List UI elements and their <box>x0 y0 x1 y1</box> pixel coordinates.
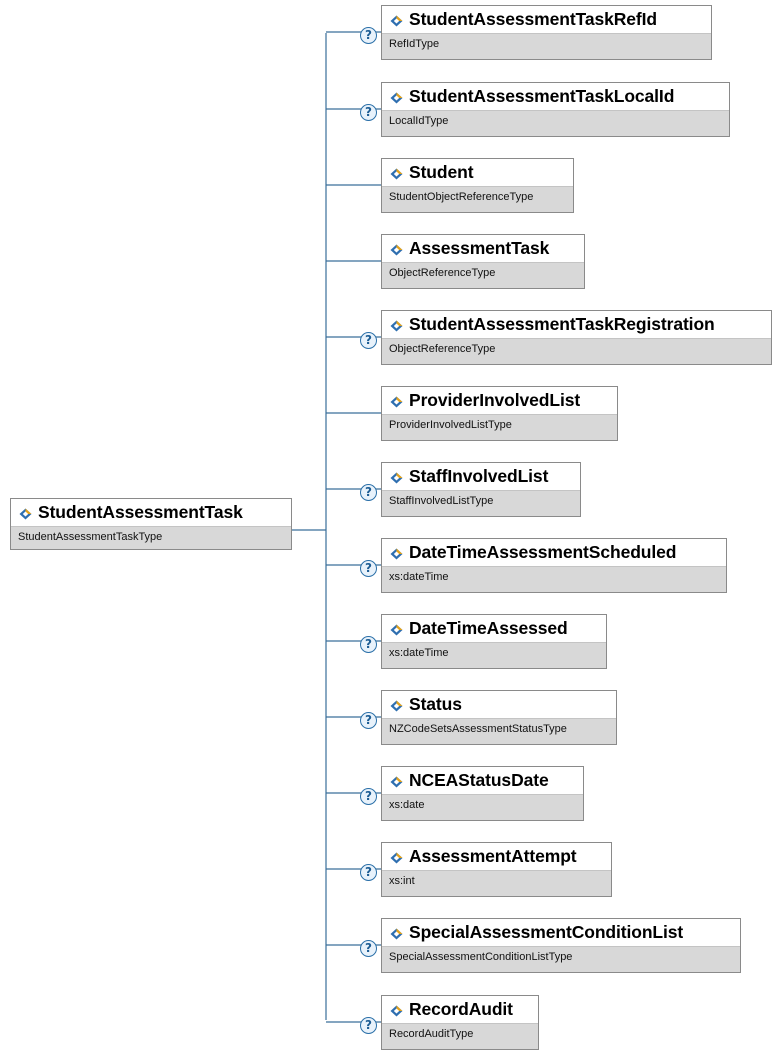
schema-element-box[interactable]: Student StudentObjectReferenceType <box>381 158 574 213</box>
element-diamond-icon <box>390 1005 403 1017</box>
element-diamond-icon <box>390 852 403 864</box>
question-mark-icon: ? <box>360 636 377 653</box>
element-type: ObjectReferenceType <box>382 338 771 364</box>
question-mark-icon: ? <box>360 104 377 121</box>
schema-element-box[interactable]: AssessmentTask ObjectReferenceType <box>381 234 585 289</box>
schema-element-box[interactable]: SpecialAssessmentConditionList SpecialAss… <box>381 918 741 973</box>
element-name: StudentAssessmentTaskRegistration <box>409 314 715 334</box>
schema-element-box[interactable]: StudentAssessmentTaskRegistration ObjectR… <box>381 310 772 365</box>
schema-element-box[interactable]: StudentAssessmentTaskRefId RefIdType <box>381 5 712 60</box>
schema-element-box[interactable]: StudentAssessmentTaskLocalId LocalIdType <box>381 82 730 137</box>
element-type: LocalIdType <box>382 110 729 136</box>
question-mark-icon: ? <box>360 1017 377 1034</box>
element-name: StudentAssessmentTaskLocalId <box>409 86 675 106</box>
element-type: RefIdType <box>382 33 711 59</box>
element-name: Student <box>409 162 474 182</box>
element-type: NZCodeSetsAssessmentStatusType <box>382 718 616 744</box>
element-diamond-icon <box>390 244 403 256</box>
element-diamond-icon <box>390 700 403 712</box>
element-name: Status <box>409 694 462 714</box>
schema-element-box[interactable]: DateTimeAssessed xs:dateTime <box>381 614 607 669</box>
element-name: StaffInvolvedList <box>409 466 549 486</box>
schema-element-box[interactable]: Status NZCodeSetsAssessmentStatusType <box>381 690 617 745</box>
question-mark-icon: ? <box>360 788 377 805</box>
schema-element-box[interactable]: NCEAStatusDate xs:date <box>381 766 584 821</box>
element-name: NCEAStatusDate <box>409 770 549 790</box>
element-diamond-icon <box>390 776 403 788</box>
element-type: ObjectReferenceType <box>382 262 584 288</box>
schema-element-box[interactable]: ProviderInvolvedList ProviderInvolvedList… <box>381 386 618 441</box>
root-element-type: StudentAssessmentTaskType <box>11 526 291 549</box>
question-mark-icon: ? <box>360 332 377 349</box>
element-type: xs:dateTime <box>382 642 606 668</box>
element-name: StudentAssessmentTaskRefId <box>409 9 657 29</box>
element-name: DateTimeAssessed <box>409 618 568 638</box>
question-mark-icon: ? <box>360 27 377 44</box>
element-type: SpecialAssessmentConditionListType <box>382 946 740 972</box>
element-name: ProviderInvolvedList <box>409 390 581 410</box>
element-diamond-icon <box>390 624 403 636</box>
element-diamond-icon <box>390 928 403 940</box>
schema-element-box[interactable]: RecordAudit RecordAuditType <box>381 995 539 1050</box>
schema-diagram: StudentAssessmentTask StudentAssessmentT… <box>0 0 774 1053</box>
question-mark-icon: ? <box>360 940 377 957</box>
root-element-box[interactable]: StudentAssessmentTask StudentAssessmentT… <box>10 498 292 550</box>
element-type: xs:int <box>382 870 611 896</box>
element-type: xs:dateTime <box>382 566 726 592</box>
element-name: SpecialAssessmentConditionList <box>409 922 684 942</box>
schema-element-box[interactable]: DateTimeAssessmentScheduled xs:dateTime <box>381 538 727 593</box>
element-diamond-icon <box>390 168 403 180</box>
question-mark-icon: ? <box>360 712 377 729</box>
element-type: RecordAuditType <box>382 1023 538 1049</box>
element-diamond-icon <box>19 508 32 520</box>
element-type: StudentObjectReferenceType <box>382 186 573 212</box>
schema-element-box[interactable]: AssessmentAttempt xs:int <box>381 842 612 897</box>
element-name: DateTimeAssessmentScheduled <box>409 542 677 562</box>
question-mark-icon: ? <box>360 484 377 501</box>
schema-element-box[interactable]: StaffInvolvedList StaffInvolvedListType <box>381 462 581 517</box>
question-mark-icon: ? <box>360 864 377 881</box>
question-mark-icon: ? <box>360 560 377 577</box>
element-name: RecordAudit <box>409 999 513 1019</box>
element-diamond-icon <box>390 472 403 484</box>
element-diamond-icon <box>390 92 403 104</box>
element-type: ProviderInvolvedListType <box>382 414 617 440</box>
element-diamond-icon <box>390 320 403 332</box>
element-diamond-icon <box>390 548 403 560</box>
root-element-name: StudentAssessmentTask <box>38 502 243 522</box>
element-name: AssessmentAttempt <box>409 846 577 866</box>
element-type: xs:date <box>382 794 583 820</box>
element-diamond-icon <box>390 396 403 408</box>
element-diamond-icon <box>390 15 403 27</box>
element-name: AssessmentTask <box>409 238 550 258</box>
element-type: StaffInvolvedListType <box>382 490 580 516</box>
